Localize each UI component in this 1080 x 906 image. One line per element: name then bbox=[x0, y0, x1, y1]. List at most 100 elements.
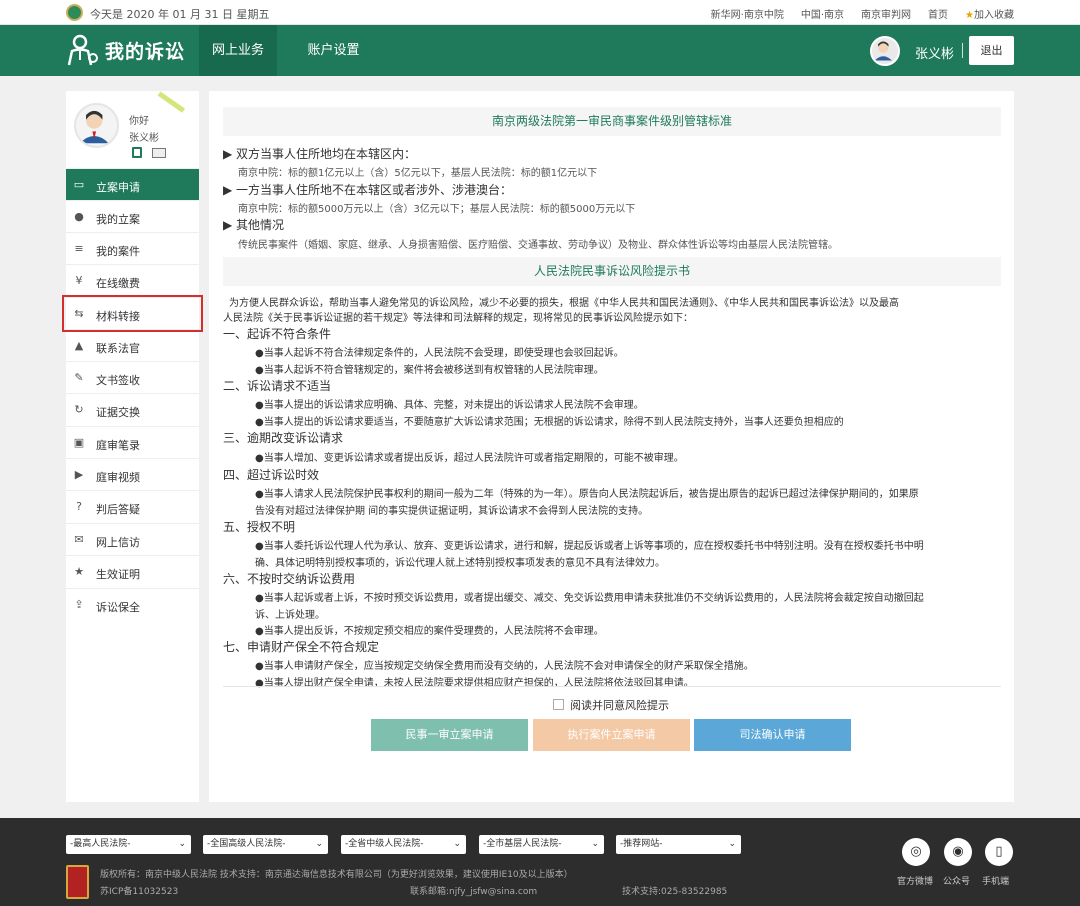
mail-icon: ✉ bbox=[74, 533, 84, 546]
chevron-down-icon: ⌄ bbox=[178, 839, 186, 849]
chevron-down-icon: ⌄ bbox=[453, 839, 461, 849]
chevron-down-icon: ⌄ bbox=[591, 839, 599, 849]
question-icon: ? bbox=[76, 500, 82, 513]
id-card-icon[interactable] bbox=[152, 148, 166, 158]
sidebar-item-case-filing[interactable]: ▭ 立案申请 bbox=[66, 168, 199, 200]
section-title-jurisdiction: 南京两级法院第一审民商事案件级别管辖标准 bbox=[223, 107, 1001, 136]
mobile-icon[interactable]: ▯ bbox=[985, 838, 1013, 866]
support-phone-text: 技术支持:025-83522985 bbox=[622, 887, 728, 897]
highlight-box bbox=[62, 295, 203, 332]
link-home[interactable]: 首页 bbox=[928, 6, 948, 21]
point-text: ●当事人提出反诉，不按规定预交相应的案件受理费的，人民法院将不会审理。 bbox=[255, 626, 604, 637]
sidebar-item-label: 网上信访 bbox=[96, 536, 140, 549]
sidebar-item-contact-judge[interactable]: ▲ 联系法官 bbox=[66, 329, 199, 361]
select-recommended-sites[interactable]: -推荐网站- ⌄ bbox=[616, 835, 741, 854]
sidebar-item-label: 诉讼保全 bbox=[96, 601, 140, 614]
intro-text: 为方便人民群众诉讼，帮助当事人避免常见的诉讼风险，减少不必要的损失，根据《中华人… bbox=[229, 298, 899, 309]
point-title: 七、申请财产保全不符合规定 bbox=[223, 640, 380, 654]
sidebar-item-effective-proof[interactable]: ★ 生效证明 bbox=[66, 555, 199, 587]
point-text: ●当事人申请财产保全，应当按规定交纳保全费用而没有交纳的，人民法院不会对申请保全… bbox=[255, 661, 754, 672]
profile-name: 张义彬 bbox=[129, 133, 159, 144]
point-title: 六、不按时交纳诉讼费用 bbox=[223, 572, 356, 586]
point-text: 告没有对超过法律保护期 间的事实提供证据证明，其诉讼请求不会得到人民法院的支持。 bbox=[255, 506, 649, 517]
phone-icon[interactable] bbox=[132, 147, 142, 158]
judicial-confirmation-button[interactable]: 司法确认申请 bbox=[694, 719, 851, 751]
star-icon: ★ bbox=[965, 10, 974, 21]
link-nanjing-trial[interactable]: 南京审判网 bbox=[861, 6, 911, 21]
sidebar-item-label: 立案申请 bbox=[96, 181, 140, 194]
point-title: 二、诉讼请求不适当 bbox=[223, 379, 332, 393]
user-name: 张义彬 bbox=[915, 47, 955, 62]
point-text: ●当事人提出的诉讼请求要适当，不要随意扩大诉讼请求范围；无根据的诉讼请求，除得不… bbox=[255, 417, 844, 428]
select-value: -全省中级人民法院- bbox=[345, 839, 424, 849]
sidebar-item-label: 联系法官 bbox=[96, 342, 140, 355]
sidebar-item-doc-signing[interactable]: ✎ 文书签收 bbox=[66, 361, 199, 393]
select-value: -全国高级人民法院- bbox=[207, 839, 286, 849]
point-title: 一、起诉不符合条件 bbox=[223, 327, 332, 341]
contacts-icon: ▲ bbox=[74, 339, 84, 352]
add-favorite-link[interactable]: ★加入收藏 bbox=[965, 6, 1014, 21]
select-value: -推荐网站- bbox=[620, 839, 663, 849]
sidebar-item-trial-video[interactable]: ▶ 庭审视频 bbox=[66, 458, 199, 490]
enforcement-filing-button[interactable]: 执行案件立案申请 bbox=[533, 719, 690, 751]
point-text: ●当事人起诉不符合管辖规定的，案件将会被移送到有权管辖的人民法院审理。 bbox=[255, 365, 604, 376]
sidebar-item-online-payment[interactable]: ¥ 在线缴费 bbox=[66, 264, 199, 296]
mobile-label: 手机端 bbox=[982, 877, 1010, 887]
greeting: 你好 bbox=[129, 116, 149, 127]
main-panel: 南京两级法院第一审民商事案件级别管辖标准 ▶ 双方当事人住所地均在本辖区内： 南… bbox=[209, 91, 1014, 802]
section-title-risk-notice: 人民法院民事诉讼风险提示书 bbox=[223, 257, 1001, 286]
sidebar-item-my-filings[interactable]: ● 我的立案 bbox=[66, 200, 199, 232]
link-china-nanjing[interactable]: 中国·南京 bbox=[801, 6, 844, 21]
sidebar-item-litigation-preservation[interactable]: ⇪ 诉讼保全 bbox=[66, 588, 199, 620]
star-icon: ★ bbox=[74, 565, 84, 578]
profile-card: 你好 张义彬 bbox=[66, 91, 199, 168]
point-title: 五、授权不明 bbox=[223, 520, 296, 534]
point-title: 四、超过诉讼时效 bbox=[223, 468, 320, 482]
chevron-down-icon: ⌄ bbox=[728, 839, 736, 849]
sidebar-item-label: 证据交换 bbox=[96, 406, 140, 419]
weibo-glyph: ◎ bbox=[910, 844, 922, 859]
user-avatar[interactable] bbox=[870, 36, 900, 66]
tab-online-business[interactable]: 网上业务 bbox=[199, 25, 277, 76]
sidebar-item-evidence-exchange[interactable]: ↻ 证据交换 bbox=[66, 393, 199, 425]
sidebar-item-label: 我的案件 bbox=[96, 245, 140, 258]
top-strip: 今天是 2020 年 01 月 31 日 星期五 新华网·南京中院 中国·南京 … bbox=[0, 0, 1080, 25]
tab-account-settings[interactable]: 账户设置 bbox=[296, 25, 371, 76]
agree-label: 阅读并同意风险提示 bbox=[570, 699, 669, 712]
jurisdiction-text: 南京中院：标的额5000万元以上（含）3亿元以下；基层人民法院：标的额5000万… bbox=[238, 204, 636, 215]
header-divider bbox=[962, 43, 963, 58]
sidebar-item-trial-record[interactable]: ▣ 庭审笔录 bbox=[66, 426, 199, 458]
user-icon: ● bbox=[74, 210, 84, 223]
point-text: 诉、上诉处理。 bbox=[255, 610, 325, 621]
sidebar-item-online-petition[interactable]: ✉ 网上信访 bbox=[66, 523, 199, 555]
video-icon: ▶ bbox=[74, 468, 84, 481]
point-text: ●当事人起诉或者上诉，不按时预交诉讼费用，或者提出缓交、减交、免交诉讼费用申请未… bbox=[255, 593, 924, 604]
jurisdiction-heading: ▶ 其他情况 bbox=[223, 218, 285, 232]
sidebar-item-post-verdict-qa[interactable]: ? 判后答疑 bbox=[66, 490, 199, 522]
civil-first-instance-button[interactable]: 民事一审立案申请 bbox=[371, 719, 528, 751]
upload-icon: ⇪ bbox=[74, 598, 84, 611]
wechat-icon[interactable]: ◉ bbox=[944, 838, 972, 866]
sidebar-item-label: 判后答疑 bbox=[96, 503, 140, 516]
sidebar-item-label: 文书签收 bbox=[96, 374, 140, 387]
select-intermediate-courts[interactable]: -全省中级人民法院- ⌄ bbox=[341, 835, 466, 854]
select-supreme-court[interactable]: -最高人民法院- ⌄ bbox=[66, 835, 191, 854]
select-high-courts[interactable]: -全国高级人民法院- ⌄ bbox=[203, 835, 328, 854]
sidebar-item-label: 在线缴费 bbox=[96, 277, 140, 290]
logout-button[interactable]: 退出 bbox=[969, 36, 1014, 65]
select-value: -全市基层人民法院- bbox=[483, 839, 562, 849]
sidebar-item-my-cases[interactable]: ≡ 我的案件 bbox=[66, 232, 199, 264]
jurisdiction-heading: ▶ 一方当事人住所地不在本辖区或者涉外、涉港澳台： bbox=[223, 183, 513, 197]
select-basic-courts[interactable]: -全市基层人民法院- ⌄ bbox=[479, 835, 604, 854]
chevron-down-icon: ⌄ bbox=[315, 839, 323, 849]
decorative-stripe bbox=[157, 91, 186, 113]
point-text: ●当事人请求人民法院保护民事权利的期间一般为二年（特殊的为一年）。原告向人民法院… bbox=[255, 489, 919, 500]
avatar-icon bbox=[79, 110, 109, 144]
icp-text: 苏ICP备11032523 bbox=[100, 887, 179, 897]
weibo-icon[interactable]: ◎ bbox=[902, 838, 930, 866]
agree-checkbox[interactable] bbox=[553, 699, 564, 710]
sidebar: 你好 张义彬 ▭ 立案申请 ● 我的立案 ≡ 我的案件 ¥ 在线缴费 ⇆ 材料转… bbox=[66, 91, 199, 802]
sidebar-item-label: 庭审视频 bbox=[96, 471, 140, 484]
monitor-icon: ▭ bbox=[73, 178, 85, 191]
link-xinhua[interactable]: 新华网·南京中院 bbox=[711, 6, 784, 21]
